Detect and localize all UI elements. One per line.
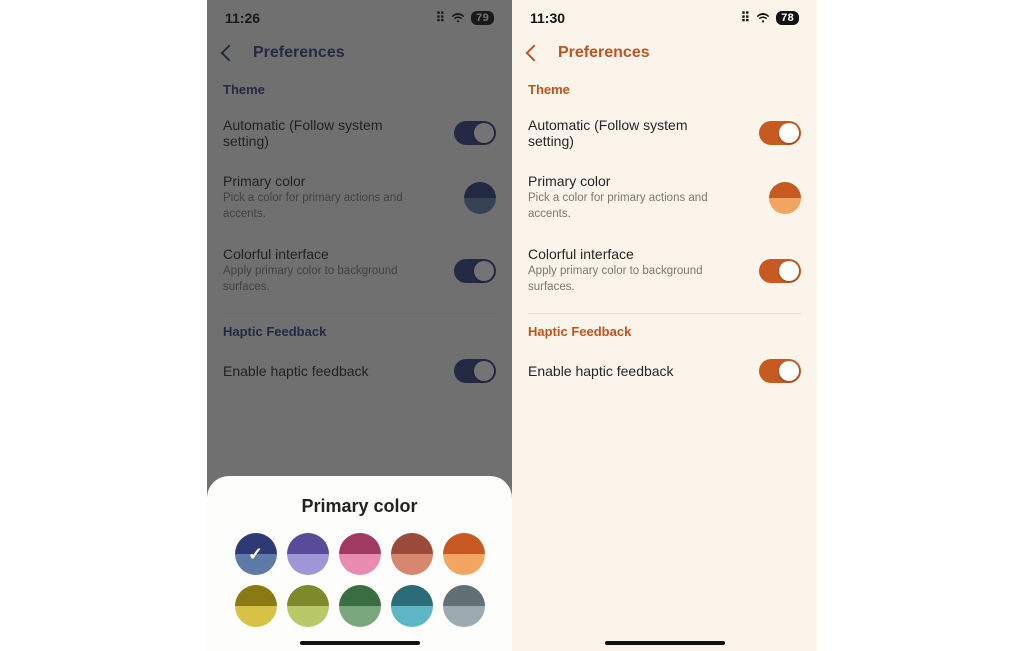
label-primary-color-sub: Pick a color for primary actions and acc… bbox=[528, 191, 728, 222]
toggle-automatic[interactable] bbox=[759, 121, 801, 145]
label-haptic: Enable haptic feedback bbox=[223, 363, 369, 379]
row-automatic: Automatic (Follow system setting) bbox=[223, 107, 496, 163]
divider bbox=[223, 313, 496, 314]
label-colorful: Colorful interface bbox=[528, 246, 728, 262]
color-swatch-5[interactable] bbox=[235, 585, 277, 627]
row-haptic: Enable haptic feedback bbox=[223, 349, 496, 397]
color-swatch-7[interactable] bbox=[339, 585, 381, 627]
color-swatch-3[interactable] bbox=[391, 533, 433, 575]
color-swatch-8[interactable] bbox=[391, 585, 433, 627]
battery-badge: 78 bbox=[776, 11, 799, 25]
section-title-theme: Theme bbox=[223, 82, 496, 97]
cellular-icon: ⠿ bbox=[741, 10, 751, 26]
label-colorful-sub: Apply primary color to background surfac… bbox=[223, 264, 423, 295]
toggle-haptic[interactable] bbox=[759, 359, 801, 383]
toggle-automatic[interactable] bbox=[454, 121, 496, 145]
color-swatch-4[interactable] bbox=[443, 533, 485, 575]
label-primary-color: Primary color bbox=[223, 173, 423, 189]
label-colorful-sub: Apply primary color to background surfac… bbox=[528, 264, 728, 295]
page-title: Preferences bbox=[253, 44, 345, 62]
toggle-colorful[interactable] bbox=[454, 259, 496, 283]
label-haptic: Enable haptic feedback bbox=[528, 363, 674, 379]
color-swatch-6[interactable] bbox=[287, 585, 329, 627]
toggle-colorful[interactable] bbox=[759, 259, 801, 283]
battery-badge: 79 bbox=[471, 11, 494, 25]
color-swatch-0[interactable]: ✓ bbox=[235, 533, 277, 575]
label-automatic: Automatic (Follow system setting) bbox=[223, 117, 423, 149]
primary-color-swatch[interactable] bbox=[769, 182, 801, 214]
section-title-theme: Theme bbox=[528, 82, 801, 97]
label-primary-color-sub: Pick a color for primary actions and acc… bbox=[223, 191, 423, 222]
row-haptic: Enable haptic feedback bbox=[528, 349, 801, 397]
clock: 11:30 bbox=[530, 10, 565, 26]
row-colorful-interface: Colorful interface Apply primary color t… bbox=[528, 236, 801, 309]
toggle-haptic[interactable] bbox=[454, 359, 496, 383]
home-indicator[interactable] bbox=[300, 641, 420, 645]
check-icon: ✓ bbox=[235, 533, 277, 575]
row-primary-color[interactable]: Primary color Pick a color for primary a… bbox=[223, 163, 496, 236]
cellular-icon: ⠿ bbox=[436, 10, 446, 26]
status-bar: 11:26 ⠿ 79 bbox=[207, 0, 512, 32]
row-colorful-interface: Colorful interface Apply primary color t… bbox=[223, 236, 496, 309]
clock: 11:26 bbox=[225, 10, 260, 26]
navbar: Preferences bbox=[207, 32, 512, 72]
color-swatch-2[interactable] bbox=[339, 533, 381, 575]
label-primary-color: Primary color bbox=[528, 173, 728, 189]
row-automatic: Automatic (Follow system setting) bbox=[528, 107, 801, 163]
back-icon[interactable] bbox=[221, 45, 238, 62]
color-swatch-1[interactable] bbox=[287, 533, 329, 575]
wifi-icon bbox=[756, 11, 770, 26]
color-swatch-9[interactable] bbox=[443, 585, 485, 627]
home-indicator[interactable] bbox=[605, 641, 725, 645]
phone-right: 11:30 ⠿ 78 Preferences Theme Automatic (… bbox=[512, 0, 817, 651]
back-icon[interactable] bbox=[526, 45, 543, 62]
label-colorful: Colorful interface bbox=[223, 246, 423, 262]
sheet-title: Primary color bbox=[225, 496, 494, 517]
phone-left: 11:26 ⠿ 79 Preferences Theme Automatic (… bbox=[207, 0, 512, 651]
page-title: Preferences bbox=[558, 44, 650, 62]
section-title-haptic: Haptic Feedback bbox=[223, 324, 496, 339]
status-bar: 11:30 ⠿ 78 bbox=[512, 0, 817, 32]
section-title-haptic: Haptic Feedback bbox=[528, 324, 801, 339]
primary-color-sheet: Primary color ✓ bbox=[207, 476, 512, 651]
navbar: Preferences bbox=[512, 32, 817, 72]
divider bbox=[528, 313, 801, 314]
row-primary-color[interactable]: Primary color Pick a color for primary a… bbox=[528, 163, 801, 236]
label-automatic: Automatic (Follow system setting) bbox=[528, 117, 728, 149]
color-swatch-grid: ✓ bbox=[225, 533, 494, 627]
primary-color-swatch[interactable] bbox=[464, 182, 496, 214]
wifi-icon bbox=[451, 11, 465, 26]
